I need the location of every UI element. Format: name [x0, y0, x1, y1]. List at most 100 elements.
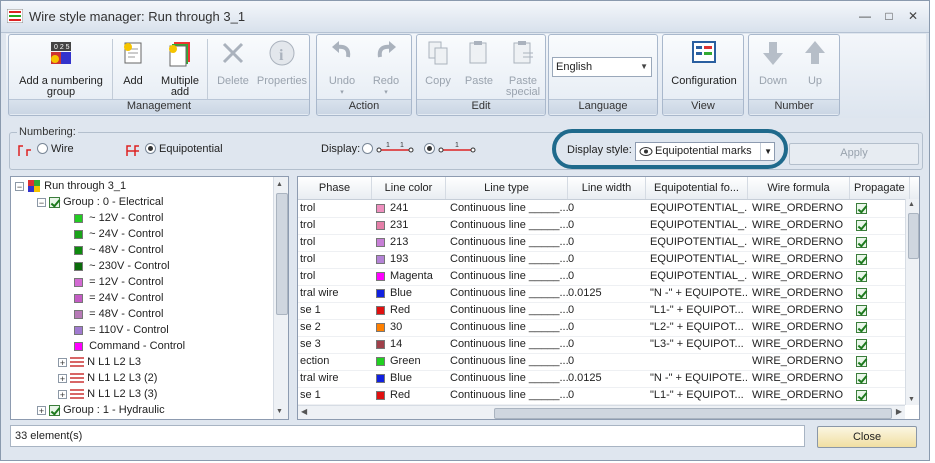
close-button[interactable]: Close — [817, 426, 917, 448]
tree-group-electrical[interactable]: − Group : 0 - Electrical — [37, 194, 163, 210]
wire-radio[interactable] — [37, 143, 48, 154]
cell-line-width[interactable]: 0 — [568, 200, 644, 217]
display-style-select[interactable]: Equipotential marks ▼ — [635, 142, 775, 161]
cell-equipotential-formula[interactable]: "L2-" + EQUIPOT... — [650, 319, 748, 336]
cell-line-type[interactable]: Continuous line _____... — [450, 319, 570, 336]
propagate-checkbox[interactable] — [856, 390, 867, 401]
multiple-add-button[interactable]: Multiple add — [157, 39, 203, 98]
delete-button[interactable]: Delete — [213, 39, 253, 87]
configuration-button[interactable]: Configuration — [667, 39, 741, 87]
cell-wire-formula[interactable]: WIRE_ORDERNO — [752, 370, 850, 387]
scroll-up-icon[interactable]: ▲ — [908, 201, 915, 208]
tree-item[interactable]: ~ 12V - Control — [74, 210, 163, 226]
down-button[interactable]: Down — [755, 39, 791, 87]
cell-wire-formula[interactable]: WIRE_ORDERNO — [752, 302, 850, 319]
cell-phase[interactable]: tral wire — [300, 285, 370, 302]
cell-phase[interactable]: trol — [300, 268, 370, 285]
display-option-wire-radio[interactable] — [362, 143, 373, 154]
paste-special-button[interactable]: Paste special — [503, 39, 543, 98]
cell-wire-formula[interactable]: WIRE_ORDERNO — [752, 251, 850, 268]
cell-line-color[interactable]: Red — [376, 302, 444, 319]
add-numbering-group-button[interactable]: 0 2 5 Add a numbering group — [13, 39, 109, 98]
table-row[interactable]: se 3 14 Continuous line _____... 0 "L3-" + E… — [298, 336, 908, 354]
table-row[interactable]: ection Green Continuous line _____... 0 WIRE… — [298, 353, 908, 371]
cell-propagate[interactable] — [856, 319, 896, 336]
propagate-checkbox[interactable] — [856, 220, 867, 231]
cell-line-width[interactable]: 0 — [568, 319, 644, 336]
cell-equipotential-formula[interactable]: EQUIPOTENTIAL_... — [650, 251, 748, 268]
cell-wire-formula[interactable]: WIRE_ORDERNO — [752, 387, 850, 404]
cell-propagate[interactable] — [856, 234, 896, 251]
grid-scroll-thumb[interactable] — [908, 213, 919, 259]
apply-button[interactable]: Apply — [789, 143, 919, 165]
table-row[interactable]: se 2 30 Continuous line _____... 0 "L2-" + E… — [298, 319, 908, 337]
scroll-left-icon[interactable]: ◀ — [301, 407, 307, 416]
cell-line-type[interactable]: Continuous line _____... — [450, 336, 570, 353]
expand-icon[interactable]: + — [58, 389, 67, 399]
cell-phase[interactable]: se 1 — [300, 302, 370, 319]
cell-wire-formula[interactable]: WIRE_ORDERNO — [752, 319, 850, 336]
cell-line-type[interactable]: Continuous line _____... — [450, 387, 570, 404]
table-row[interactable]: se 1 Red Continuous line _____... 0 "L1-" + … — [298, 302, 908, 320]
table-row[interactable]: se 1 Red Continuous line _____... 0 "L1-" + … — [298, 387, 908, 405]
cell-phase[interactable]: se 3 — [300, 336, 370, 353]
equipotential-radio[interactable] — [145, 143, 156, 154]
cell-equipotential-formula[interactable]: EQUIPOTENTIAL_... — [650, 234, 748, 251]
table-row[interactable]: trol 231 Continuous line _____... 0 EQUIPOTE… — [298, 217, 908, 235]
tree-scrollbar[interactable]: ▲ ▼ — [273, 177, 288, 419]
cell-line-color[interactable]: Red — [376, 387, 444, 404]
language-select[interactable]: English ▼ — [552, 57, 652, 77]
cell-equipotential-formula[interactable]: "L1-" + EQUIPOT... — [650, 302, 748, 319]
table-row[interactable]: trol Magenta Continuous line _____... 0 EQUI… — [298, 268, 908, 286]
expand-icon[interactable]: + — [58, 357, 67, 367]
cell-propagate[interactable] — [856, 285, 896, 302]
cell-line-type[interactable]: Continuous line _____... — [450, 302, 570, 319]
grid-vertical-scrollbar[interactable]: ▲ ▼ — [905, 199, 919, 405]
cell-line-width[interactable]: 0 — [568, 353, 644, 370]
grid-horizontal-scrollbar[interactable]: ◀ ▶ — [298, 405, 905, 419]
column-header-wire-formula[interactable]: Wire formula — [748, 177, 850, 199]
collapse-icon[interactable]: − — [37, 197, 46, 207]
redo-button[interactable]: Redo ▾ — [367, 39, 405, 98]
table-row[interactable]: tral wire Blue Continuous line _____... 0.0… — [298, 370, 908, 388]
cell-line-width[interactable]: 0 — [568, 217, 644, 234]
cell-line-width[interactable]: 0.0125 — [568, 370, 644, 387]
column-header-phase[interactable]: Phase — [298, 177, 372, 199]
group-checkbox[interactable] — [49, 404, 61, 416]
cell-line-color[interactable]: 231 — [376, 217, 444, 234]
scroll-right-icon[interactable]: ▶ — [896, 407, 902, 416]
tree-item[interactable]: ~ 230V - Control — [74, 258, 170, 274]
cell-phase[interactable]: tral wire — [300, 370, 370, 387]
cell-line-type[interactable]: Continuous line _____... — [450, 268, 570, 285]
cell-line-width[interactable]: 0.0125 — [568, 285, 644, 302]
cell-propagate[interactable] — [856, 302, 896, 319]
tree-item[interactable]: = 24V - Control — [74, 290, 163, 306]
cell-line-color[interactable]: 14 — [376, 336, 444, 353]
cell-line-type[interactable]: Continuous line _____... — [450, 251, 570, 268]
propagate-checkbox[interactable] — [856, 203, 867, 214]
cell-phase[interactable]: trol — [300, 200, 370, 217]
cell-line-color[interactable]: Blue — [376, 370, 444, 387]
cell-phase[interactable]: trol — [300, 251, 370, 268]
propagate-checkbox[interactable] — [856, 339, 867, 350]
cell-line-type[interactable]: Continuous line _____... — [450, 200, 570, 217]
column-header-line-type[interactable]: Line type — [446, 177, 568, 199]
cell-line-type[interactable]: Continuous line _____... — [450, 217, 570, 234]
tree-item[interactable]: = 48V - Control — [74, 306, 163, 322]
cell-line-width[interactable]: 0 — [568, 387, 644, 404]
cell-propagate[interactable] — [856, 370, 896, 387]
cell-line-type[interactable]: Continuous line _____... — [450, 370, 570, 387]
tree-item[interactable]: = 110V - Control — [74, 322, 169, 338]
copy-button[interactable]: Copy — [421, 39, 455, 87]
scroll-down-icon[interactable]: ▼ — [908, 396, 915, 403]
cell-line-width[interactable]: 0 — [568, 336, 644, 353]
column-header-propagate[interactable]: Propagate — [850, 177, 910, 199]
cell-line-color[interactable]: 193 — [376, 251, 444, 268]
cell-equipotential-formula[interactable] — [650, 353, 748, 370]
cell-propagate[interactable] — [856, 336, 896, 353]
cell-line-color[interactable]: Green — [376, 353, 444, 370]
cell-line-width[interactable]: 0 — [568, 251, 644, 268]
tree-item[interactable]: = 12V - Control — [74, 274, 163, 290]
cell-line-color[interactable]: 30 — [376, 319, 444, 336]
tree-set[interactable]: + N L1 L2 L3 — [58, 354, 141, 370]
